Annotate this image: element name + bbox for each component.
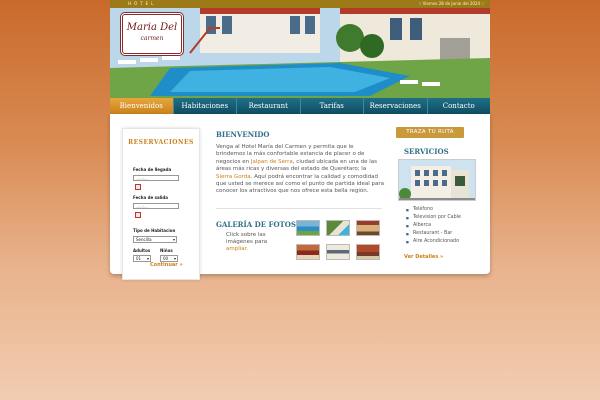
checkin-label: Fecha de llegada bbox=[133, 167, 172, 172]
calendar-icon[interactable] bbox=[135, 212, 141, 218]
gallery-instruction: Click sobre las imágenes para bbox=[226, 232, 268, 245]
room-type-select[interactable]: Sencilla ▾ bbox=[133, 236, 177, 243]
gallery-thumb[interactable] bbox=[296, 244, 320, 260]
details-link[interactable]: Ver Detalles » bbox=[404, 254, 443, 260]
nav-item-reservaciones[interactable]: Reservaciones bbox=[364, 98, 428, 114]
checkin-field[interactable]: --/--/---- bbox=[133, 175, 179, 181]
main-nav: Bienvenidos Habitaciones Restaurant Tari… bbox=[110, 98, 490, 114]
logo-line-2: carmen bbox=[140, 35, 164, 42]
continue-link[interactable]: Continuar » bbox=[150, 262, 183, 268]
adults-select[interactable]: 01 ▾ bbox=[133, 255, 151, 262]
route-button[interactable]: TRAZA TU RUTA bbox=[396, 127, 464, 138]
chevron-down-icon: ▾ bbox=[172, 237, 175, 242]
hotel-word: HOTEL bbox=[128, 1, 157, 6]
logo-line-1: Maria Del bbox=[126, 22, 178, 33]
hotel-logo[interactable]: Maria Del carmen bbox=[122, 14, 182, 54]
checkout-label: Fecha de salida bbox=[133, 195, 168, 200]
services-list: Teléfono Television por Cable Alberca Re… bbox=[406, 206, 461, 246]
chevron-down-icon: ▾ bbox=[146, 256, 149, 261]
nav-item-habitaciones[interactable]: Habitaciones bbox=[174, 98, 237, 114]
services-photo bbox=[398, 159, 476, 201]
welcome-text: Venga al Hotel María del Carmen y permit… bbox=[216, 144, 384, 196]
gallery-title: GALERÍA DE FOTOS bbox=[216, 220, 296, 229]
nav-item-contacto[interactable]: Contacto bbox=[428, 98, 491, 114]
reservation-box: RESERVACIONES Fecha de llegada --/--/---… bbox=[122, 128, 200, 280]
list-item: Alberca bbox=[406, 222, 461, 230]
gallery-thumb[interactable] bbox=[356, 244, 380, 260]
divider bbox=[216, 208, 382, 209]
reservation-title: RESERVACIONES bbox=[128, 139, 194, 146]
adults-value: 01 bbox=[136, 256, 142, 261]
calendar-icon[interactable] bbox=[135, 184, 141, 190]
list-item: Television por Cable bbox=[406, 214, 461, 222]
list-item: Teléfono bbox=[406, 206, 461, 214]
gallery-thumb[interactable] bbox=[296, 220, 320, 236]
gallery-thumb[interactable] bbox=[326, 220, 350, 236]
children-label: Niños bbox=[160, 248, 173, 253]
nav-item-bienvenidos[interactable]: Bienvenidos bbox=[110, 98, 174, 114]
sierra-gorda-link[interactable]: Sierra Gorda bbox=[216, 174, 251, 180]
gallery-thumb[interactable] bbox=[356, 220, 380, 236]
gallery-thumb[interactable] bbox=[326, 244, 350, 260]
services-title: SERVICIOS bbox=[404, 147, 449, 156]
room-type-value: Sencilla bbox=[136, 237, 152, 242]
welcome-title: BIENVENIDO bbox=[216, 130, 270, 139]
nav-item-restaurant[interactable]: Restaurant bbox=[237, 98, 301, 114]
date-display: :: Viernes 28 de Junio del 2024 :: bbox=[418, 1, 484, 6]
room-type-label: Tipo de Habitacion bbox=[133, 228, 176, 233]
list-item: Aire Acondicionado bbox=[406, 238, 461, 246]
content-panel: RESERVACIONES Fecha de llegada --/--/---… bbox=[110, 114, 490, 280]
children-select[interactable]: 00 ▾ bbox=[160, 255, 178, 262]
top-bar: HOTEL :: Viernes 28 de Junio del 2024 :: bbox=[110, 0, 490, 8]
list-item: Restaurant - Bar bbox=[406, 230, 461, 238]
nav-item-tarifas[interactable]: Tarifas bbox=[301, 98, 364, 114]
hero-banner: Maria Del carmen bbox=[110, 8, 490, 98]
gallery-text: Click sobre las imágenes para ampliar. bbox=[226, 232, 276, 253]
children-value: 00 bbox=[163, 256, 169, 261]
gallery-enlarge-link[interactable]: ampliar. bbox=[226, 246, 248, 252]
jalpan-link[interactable]: Jalpan de Serra bbox=[251, 159, 293, 165]
adults-label: Adultos bbox=[133, 248, 151, 253]
checkout-field[interactable]: --/--/---- bbox=[133, 203, 179, 209]
